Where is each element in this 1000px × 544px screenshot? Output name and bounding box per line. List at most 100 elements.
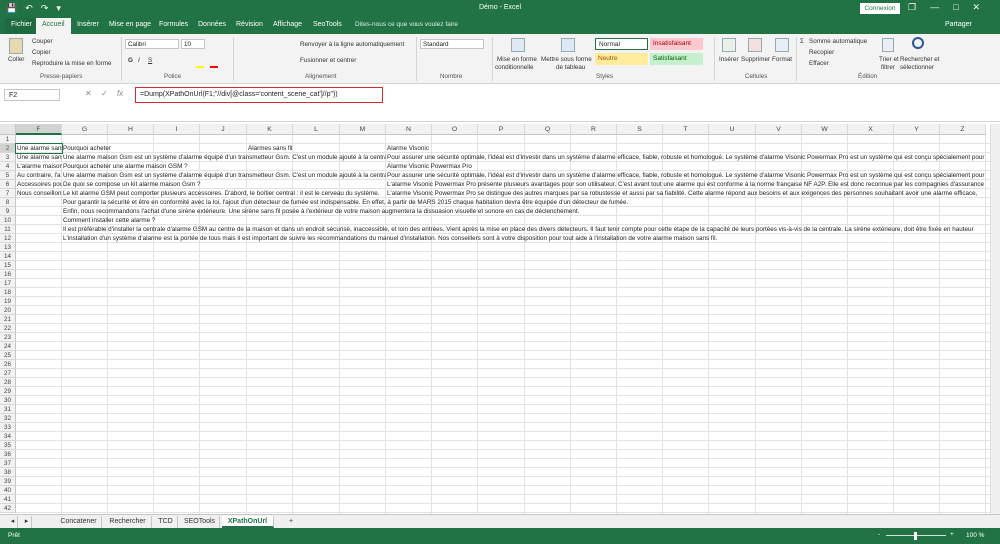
close-icon[interactable]: ✕ [973, 2, 981, 13]
column-header-y[interactable]: Y [894, 124, 940, 135]
format-as-table-label-1[interactable]: Mettre sous forme [541, 56, 592, 63]
column-header-q[interactable]: Q [525, 124, 571, 135]
cell-f6[interactable]: Accessoires pou [16, 180, 62, 189]
tell-me-box[interactable]: Dites-nous ce que vous voulez faire [355, 21, 458, 28]
row-header-35[interactable]: 35 [0, 441, 16, 450]
cell-g8[interactable]: Pour garantir la sécurité et être en con… [62, 198, 990, 207]
row-header-10[interactable]: 10 [0, 216, 16, 225]
sheet-tab-concatener[interactable]: Concatener [56, 516, 102, 528]
row-header-22[interactable]: 22 [0, 324, 16, 333]
row-header-7[interactable]: 7 [0, 189, 16, 198]
number-format-combo[interactable]: Standard [420, 39, 484, 49]
cut-button[interactable]: Couper [32, 38, 53, 45]
row-header-24[interactable]: 24 [0, 342, 16, 351]
row-header-39[interactable]: 39 [0, 477, 16, 486]
sheet-tab-seotools[interactable]: SEOTools [180, 516, 220, 528]
column-header-k[interactable]: K [247, 124, 293, 135]
column-header-g[interactable]: G [62, 124, 108, 135]
autosum-icon[interactable]: Σ [800, 38, 804, 45]
share-button[interactable]: Partager [945, 21, 972, 28]
scroll-right-icon[interactable]: ▸ [22, 516, 32, 528]
sheet-tab-rechercher[interactable]: Rechercher [104, 516, 152, 528]
column-header-j[interactable]: J [200, 124, 247, 135]
cell-g5[interactable]: Une alarme maison Gsm est un système d'a… [62, 171, 386, 180]
row-header-21[interactable]: 21 [0, 315, 16, 324]
underline-button[interactable]: S [148, 57, 152, 64]
row-header-8[interactable]: 8 [0, 198, 16, 207]
style-normal[interactable]: Normal [595, 38, 648, 50]
column-header-h[interactable]: H [108, 124, 154, 135]
row-header-5[interactable]: 5 [0, 171, 16, 180]
connexion-button[interactable]: Connexion [860, 3, 900, 14]
row-header-29[interactable]: 29 [0, 387, 16, 396]
sheet-tab-tcd[interactable]: TCD [154, 516, 178, 528]
column-header-m[interactable]: M [340, 124, 386, 135]
sheet-tab-xpathonurl[interactable]: XPathOnUrl [222, 516, 274, 528]
row-header-9[interactable]: 9 [0, 207, 16, 216]
row-header-11[interactable]: 11 [0, 225, 16, 234]
row-header-38[interactable]: 38 [0, 468, 16, 477]
row-header-27[interactable]: 27 [0, 369, 16, 378]
cell-n4[interactable]: Alarme Visonic Powermax Pro [386, 162, 990, 171]
style-good[interactable]: Satisfaisant [650, 53, 703, 65]
cell-g9[interactable]: Enfin, nous recommandons l'achat d'une s… [62, 207, 990, 216]
column-header-w[interactable]: W [802, 124, 848, 135]
italic-button[interactable]: I [138, 57, 140, 64]
scroll-left-icon[interactable]: ◂ [8, 516, 18, 528]
wrap-text-button[interactable]: Renvoyer à la ligne automatiquement [300, 41, 404, 48]
fill-button[interactable]: Recopier [809, 49, 834, 56]
row-header-12[interactable]: 12 [0, 234, 16, 243]
delete-cells-button[interactable]: Supprimer [741, 56, 770, 63]
cell-g12[interactable]: L'installation d'un système d'alarme est… [62, 234, 990, 243]
cell-f7[interactable]: Nous conseillon [16, 189, 62, 198]
column-header-p[interactable]: P [478, 124, 525, 135]
cell-k2[interactable]: Alarmes sans fil [247, 144, 340, 153]
insert-cells-button[interactable]: Insérer [719, 56, 739, 63]
row-header-26[interactable]: 26 [0, 360, 16, 369]
row-header-17[interactable]: 17 [0, 279, 16, 288]
tab-data[interactable]: Données [198, 21, 226, 28]
tab-file[interactable]: Fichier [5, 18, 39, 34]
font-size-combo[interactable]: 10 [181, 39, 205, 49]
column-header-i[interactable]: I [154, 124, 200, 135]
tab-page-layout[interactable]: Mise en page [109, 21, 151, 28]
cell-f4[interactable]: L'alarme maison [16, 162, 62, 171]
format-painter-button[interactable]: Reproduire la mise en forme [32, 60, 111, 67]
minimize-icon[interactable]: — [930, 2, 939, 13]
autosum-button[interactable]: Somme automatique [809, 38, 867, 45]
row-header-40[interactable]: 40 [0, 486, 16, 495]
column-header-l[interactable]: L [293, 124, 340, 135]
paste-button[interactable]: Coller [8, 56, 24, 63]
format-cells-button[interactable]: Format [772, 56, 792, 63]
tab-home[interactable]: Accueil [36, 18, 71, 34]
select-all-corner[interactable] [0, 124, 16, 135]
row-header-28[interactable]: 28 [0, 378, 16, 387]
row-header-14[interactable]: 14 [0, 252, 16, 261]
style-neutral[interactable]: Neutre [595, 53, 648, 65]
name-box[interactable]: F2 [4, 89, 60, 101]
cell-n3[interactable]: Pour assurer une sécurité optimale, l'id… [386, 153, 990, 162]
bold-button[interactable]: G [128, 57, 133, 64]
column-header-o[interactable]: O [432, 124, 478, 135]
copy-button[interactable]: Copier [32, 49, 51, 56]
new-sheet-button[interactable]: + [286, 516, 296, 528]
insert-cells-icon[interactable] [722, 38, 736, 52]
row-header-23[interactable]: 23 [0, 333, 16, 342]
row-header-15[interactable]: 15 [0, 261, 16, 270]
row-header-37[interactable]: 37 [0, 459, 16, 468]
tab-insert[interactable]: Insérer [77, 21, 99, 28]
cell-n7[interactable]: L'alarme Visonic Powermax Pro se disting… [386, 189, 990, 198]
row-header-20[interactable]: 20 [0, 306, 16, 315]
cell-f5[interactable]: Au contraire, l'a [16, 171, 62, 180]
paste-icon[interactable] [9, 38, 23, 54]
row-header-33[interactable]: 33 [0, 423, 16, 432]
formula-input[interactable]: =Dump(XPathOnUrl(F1;"//div[@class='conte… [135, 87, 383, 103]
tab-view[interactable]: Affichage [273, 21, 302, 28]
style-bad[interactable]: Insatisfaisant [650, 38, 703, 50]
column-header-f[interactable]: F [16, 124, 62, 135]
row-header-4[interactable]: 4 [0, 162, 16, 171]
column-header-t[interactable]: T [663, 124, 709, 135]
conditional-format-label-2[interactable]: conditionnelle [495, 64, 534, 71]
column-header-u[interactable]: U [709, 124, 756, 135]
insert-function-icon[interactable]: fx [117, 89, 123, 98]
